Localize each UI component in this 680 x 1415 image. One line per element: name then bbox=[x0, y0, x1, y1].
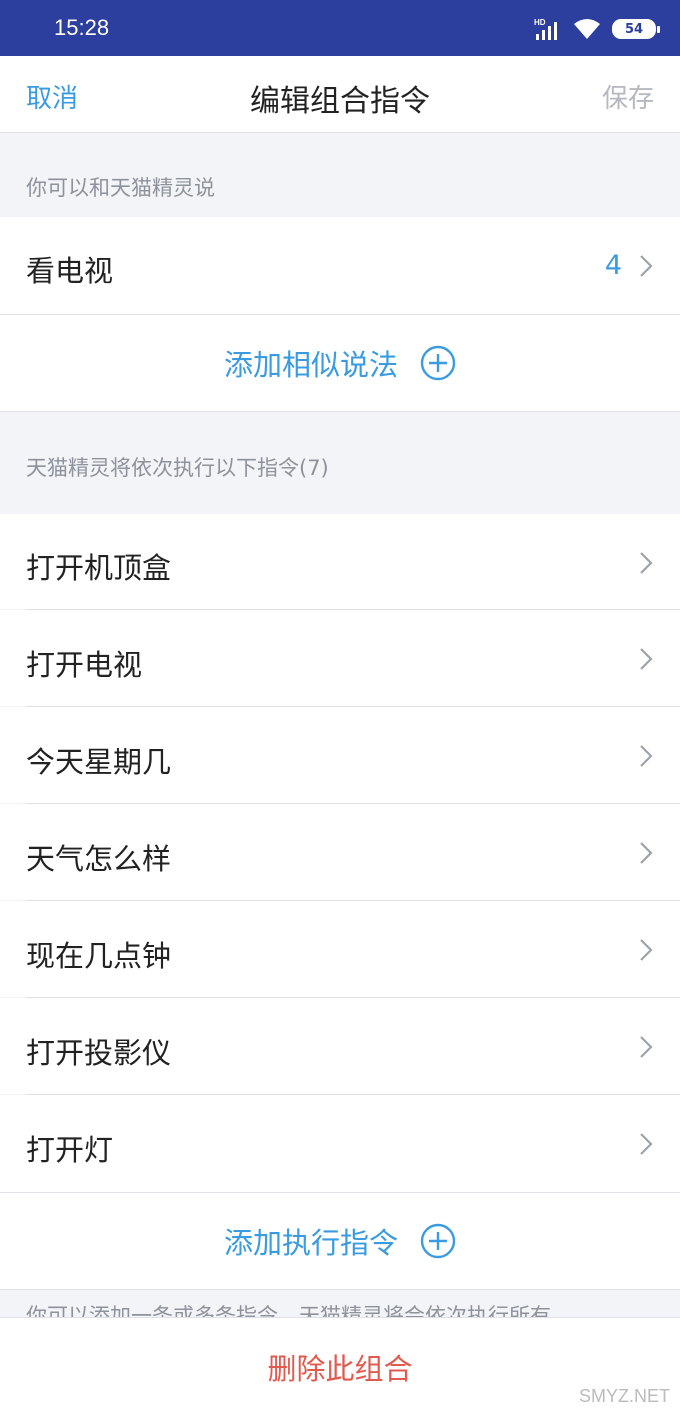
battery-level: 54 bbox=[624, 21, 644, 37]
plus-circle-icon bbox=[420, 1223, 456, 1259]
chevron-right-icon bbox=[640, 1036, 653, 1058]
command-row[interactable]: 打开机顶盒 bbox=[0, 514, 680, 609]
phrase-count: 4 bbox=[604, 250, 622, 281]
wifi-icon bbox=[574, 19, 600, 39]
command-label: 今天星期几 bbox=[26, 745, 172, 779]
add-similar-phrase-label: 添加相似说法 bbox=[223, 348, 398, 382]
svg-text:HD: HD bbox=[534, 18, 546, 27]
status-icons: HD 54 bbox=[534, 16, 660, 42]
status-bar: 15:28 HD 54 bbox=[0, 0, 680, 56]
chevron-right-icon bbox=[640, 939, 653, 961]
chevron-right-icon bbox=[640, 255, 653, 277]
command-row[interactable]: 打开投影仪 bbox=[0, 998, 680, 1094]
add-command-label: 添加执行指令 bbox=[223, 1226, 398, 1260]
command-row[interactable]: 现在几点钟 bbox=[0, 901, 680, 997]
signal-icon: HD bbox=[534, 18, 557, 40]
phrase-label: 看电视 bbox=[26, 254, 114, 288]
save-button[interactable]: 保存 bbox=[602, 78, 654, 115]
command-label: 打开灯 bbox=[26, 1133, 114, 1167]
add-similar-phrase-button[interactable]: 添加相似说法 bbox=[0, 315, 680, 411]
command-label: 打开机顶盒 bbox=[26, 551, 172, 585]
page-title: 编辑组合指令 bbox=[250, 84, 430, 119]
nav-bar: 取消 编辑组合指令 保存 bbox=[0, 56, 680, 133]
exec-section-caption: 天猫精灵将依次执行以下指令(7) bbox=[26, 456, 329, 480]
command-row[interactable]: 打开灯 bbox=[0, 1095, 680, 1192]
command-label: 现在几点钟 bbox=[26, 939, 172, 973]
command-row[interactable]: 今天星期几 bbox=[0, 707, 680, 803]
plus-circle-icon bbox=[420, 345, 456, 381]
delete-label: 删除此组合 bbox=[267, 1351, 413, 1386]
chevron-right-icon bbox=[640, 648, 653, 670]
chevron-right-icon bbox=[640, 842, 653, 864]
status-time: 15:28 bbox=[54, 15, 110, 40]
command-label: 天气怎么样 bbox=[26, 842, 172, 876]
battery-icon: 54 bbox=[612, 19, 660, 39]
chevron-right-icon bbox=[640, 1133, 653, 1155]
divider bbox=[0, 1289, 680, 1290]
command-row[interactable]: 打开电视 bbox=[0, 610, 680, 706]
add-command-button[interactable]: 添加执行指令 bbox=[0, 1193, 680, 1289]
watermark: SMYZ.NET bbox=[578, 1386, 670, 1406]
command-label: 打开电视 bbox=[26, 648, 143, 682]
command-label: 打开投影仪 bbox=[26, 1036, 172, 1070]
chevron-right-icon bbox=[640, 745, 653, 767]
say-section-caption: 你可以和天猫精灵说 bbox=[26, 176, 215, 200]
divider bbox=[0, 411, 680, 412]
command-row[interactable]: 天气怎么样 bbox=[0, 804, 680, 900]
chevron-right-icon bbox=[640, 552, 653, 574]
phrase-row[interactable]: 看电视 4 bbox=[0, 217, 680, 314]
